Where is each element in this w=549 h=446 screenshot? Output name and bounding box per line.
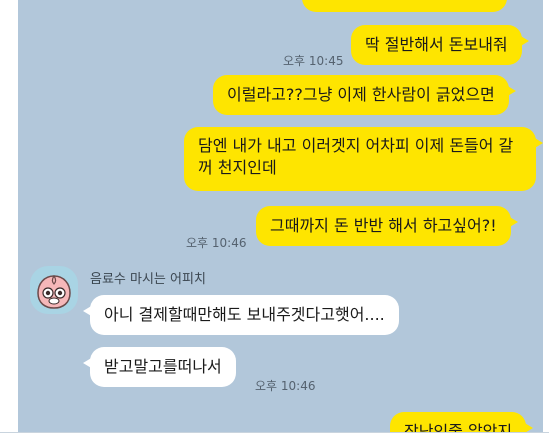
sender-name: 음료수 마시는 어피치 (90, 272, 206, 287)
apeach-avatar-icon (37, 274, 71, 309)
message-time: 오후 10:45 (283, 54, 344, 68)
message-bubble-outgoing[interactable]: 이럴라고??그냥 이제 한사람이 긁었으면 (213, 75, 516, 115)
message-bubble-outgoing[interactable]: 딱 절반해서 돈보내줘 (351, 25, 529, 65)
message-text: 그때까지 돈 반반 해서 하고싶어?! (270, 216, 497, 235)
message-text: 아니 결제할때만해도 보내주겟다고햇어.... (104, 305, 385, 324)
message-bubble-outgoing[interactable]: 담엔 내가 내고 이러겟지 어차피 이제 돈들어 갈꺼 천지인데 (184, 127, 543, 191)
message-bubble-incoming[interactable]: 아니 결제할때만해도 보내주겟다고햇어.... (83, 295, 399, 335)
message-text: 담엔 내가 내고 이러겟지 어차피 이제 돈들어 갈꺼 천지인데 (198, 136, 514, 177)
message-text: 장난인줄 알았지 (404, 422, 513, 432)
message-time: 오후 10:46 (186, 236, 247, 250)
message-bubble-partial[interactable] (302, 0, 507, 12)
chat-room: 오후 10:45 딱 절반해서 돈보내줘 이럴라고??그냥 이제 한사람이 긁었… (18, 0, 543, 432)
message-bubble-outgoing[interactable]: 그때까지 돈 반반 해서 하고싶어?! (256, 206, 518, 246)
message-text: 받고말고를떠나서 (104, 357, 222, 376)
message-time: 오후 10:46 (255, 379, 316, 393)
message-bubble-outgoing[interactable]: 장난인줄 알았지 (390, 412, 534, 432)
message-text: 이럴라고??그냥 이제 한사람이 긁었으면 (227, 85, 495, 104)
message-bubble-incoming[interactable]: 받고말고를떠나서 (83, 347, 236, 387)
message-text: 딱 절반해서 돈보내줘 (365, 35, 508, 54)
input-area-edge (0, 432, 549, 446)
sender-avatar[interactable] (30, 266, 78, 314)
